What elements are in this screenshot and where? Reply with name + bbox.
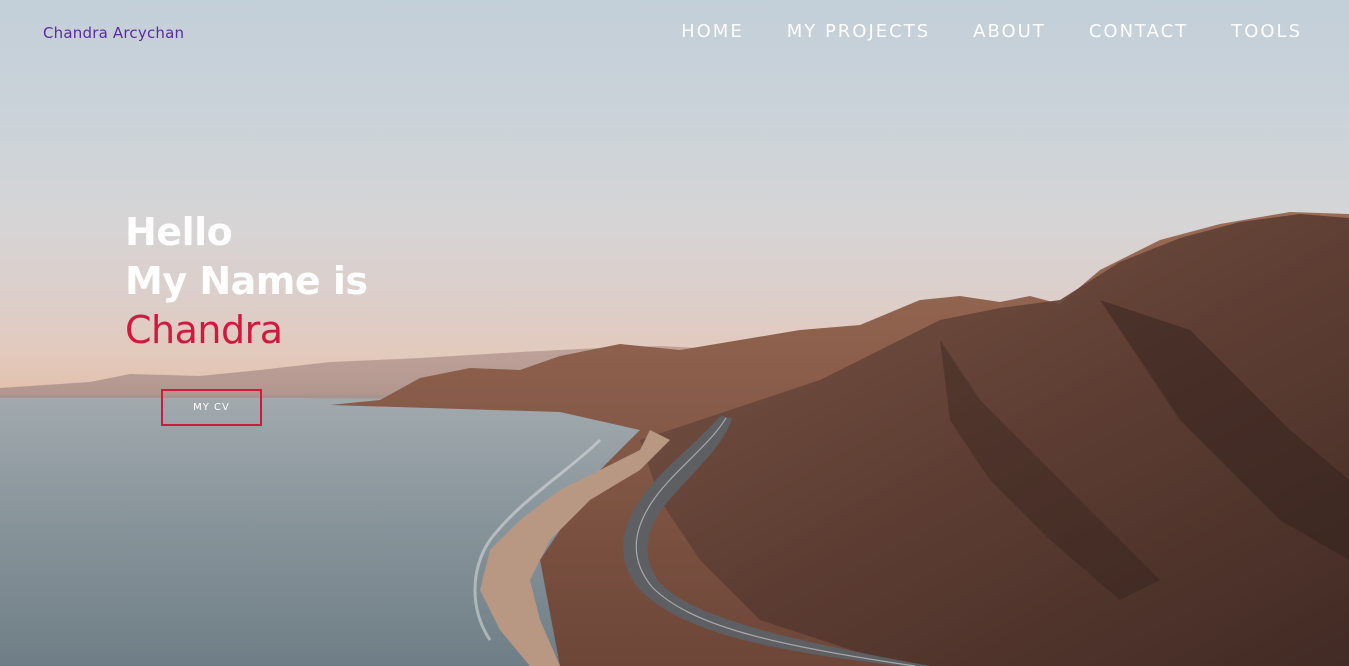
nav-item-contact[interactable]: CONTACT: [1089, 20, 1188, 44]
hero-heading: Hello My Name is Chandra: [125, 208, 368, 355]
hero-name: Chandra: [125, 308, 283, 352]
hero-section: Chandra Arcychan HOME MY PROJECTS ABOUT …: [0, 0, 1349, 666]
nav-item-tools[interactable]: TOOLS: [1231, 20, 1302, 44]
brand-logo-link[interactable]: Chandra Arcychan: [43, 24, 184, 42]
nav-item-home[interactable]: HOME: [681, 20, 744, 44]
my-cv-button[interactable]: MY CV: [161, 389, 262, 426]
hero-greeting: Hello: [125, 210, 233, 254]
nav-item-about[interactable]: ABOUT: [973, 20, 1046, 44]
hero-name-intro: My Name is: [125, 259, 368, 303]
main-nav: HOME MY PROJECTS ABOUT CONTACT TOOLS: [638, 20, 1302, 44]
nav-item-my-projects[interactable]: MY PROJECTS: [787, 20, 930, 44]
